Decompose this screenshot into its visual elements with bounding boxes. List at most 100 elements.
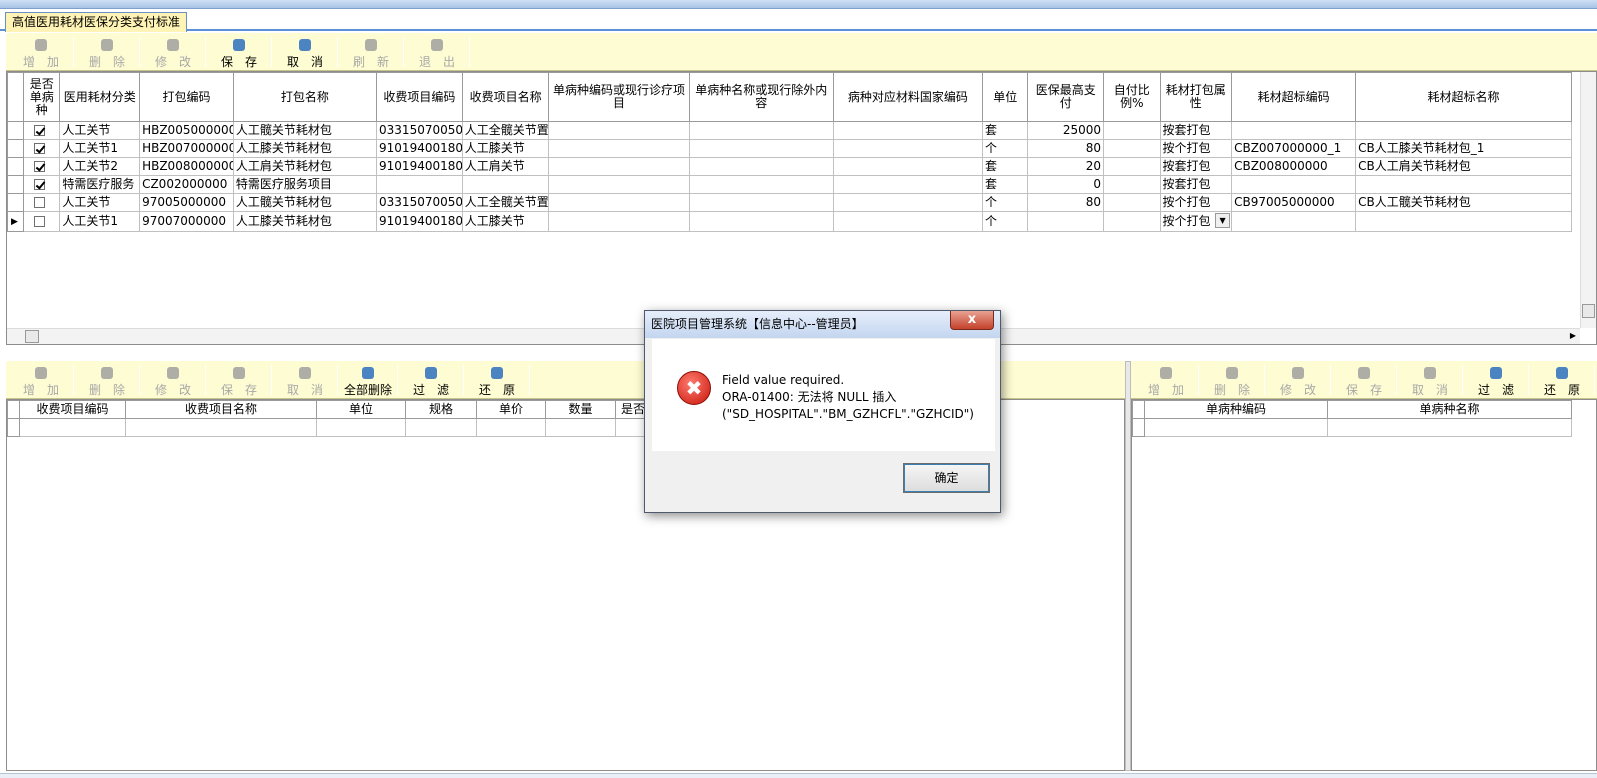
table-cell[interactable] xyxy=(832,121,984,140)
main-grid-col-header[interactable]: 打包编码 xyxy=(139,72,234,122)
left-toolbar-button-3[interactable]: 保 存 xyxy=(208,361,270,398)
table-cell[interactable] xyxy=(688,211,834,232)
table-cell[interactable]: 910194001801 xyxy=(376,157,463,176)
right-toolbar-button-2[interactable]: 修 改 xyxy=(1267,361,1329,398)
table-cell[interactable]: 人工关节 xyxy=(59,121,141,140)
main-grid-col-header[interactable]: 收费项目编码 xyxy=(376,72,463,122)
main-toolbar-button-2[interactable]: 修 改 xyxy=(142,33,204,70)
table-cell[interactable]: CB人工肩关节耗材包 xyxy=(1355,157,1572,176)
table-cell[interactable] xyxy=(548,211,690,232)
table-cell[interactable]: 个 xyxy=(982,193,1029,212)
main-grid-col-header[interactable]: 医用耗材分类 xyxy=(59,72,141,122)
table-cell[interactable]: 人工关节1 xyxy=(59,139,141,158)
right-toolbar-button-6[interactable]: 还 原 xyxy=(1531,361,1593,398)
table-cell[interactable]: 套 xyxy=(982,121,1029,140)
left-toolbar-button-2[interactable]: 修 改 xyxy=(142,361,204,398)
single-disease-checkbox-cell[interactable] xyxy=(23,121,61,140)
main-grid-col-header[interactable]: 打包名称 xyxy=(232,72,378,122)
main-grid-vscroll[interactable] xyxy=(1580,72,1596,328)
table-cell[interactable] xyxy=(1103,139,1161,158)
table-cell[interactable]: 910194001804 xyxy=(376,211,463,232)
empty-cell[interactable] xyxy=(19,418,126,437)
empty-cell[interactable] xyxy=(476,418,546,437)
table-cell[interactable] xyxy=(688,193,834,212)
table-cell[interactable]: 人工膝关节耗材包 xyxy=(232,139,378,158)
left-toolbar-button-7[interactable]: 还 原 xyxy=(466,361,528,398)
main-toolbar-button-6[interactable]: 退 出 xyxy=(406,33,468,70)
table-cell[interactable] xyxy=(1231,175,1357,194)
table-cell[interactable]: 人工肩关节 xyxy=(461,157,550,176)
table-cell[interactable] xyxy=(1027,211,1105,232)
table-cell[interactable]: CBZ008000000 xyxy=(1231,157,1357,176)
single-disease-checkbox-cell[interactable] xyxy=(23,175,61,194)
table-row[interactable]: 特需医疗服务 CZ002000000 特需医疗服务项目 套 0 按套打包 xyxy=(6,175,1572,194)
left-toolbar-button-4[interactable]: 取 消 xyxy=(274,361,336,398)
main-grid-col-header[interactable]: 收费项目名称 xyxy=(461,72,550,122)
main-grid-col-header[interactable]: 是否单病种 xyxy=(23,72,61,122)
table-cell[interactable]: 人工关节 xyxy=(59,193,141,212)
table-cell[interactable] xyxy=(688,157,834,176)
empty-cell[interactable] xyxy=(1327,418,1572,437)
table-cell[interactable] xyxy=(376,175,463,194)
table-cell[interactable] xyxy=(1231,121,1357,140)
main-grid-col-header[interactable]: 病种对应材料国家编码 xyxy=(832,72,984,122)
table-cell[interactable]: HBZ005000000 xyxy=(139,121,234,140)
left-toolbar-button-5[interactable]: 全部删除 xyxy=(340,361,396,398)
table-cell[interactable]: 按套打包 xyxy=(1159,121,1233,140)
table-cell[interactable]: CB人工膝关节耗材包_1 xyxy=(1355,139,1572,158)
table-cell[interactable]: 特需医疗服务项目 xyxy=(232,175,378,194)
main-grid-col-header[interactable]: 单病种编码或现行诊疗项目 xyxy=(548,72,690,122)
table-cell[interactable]: 按套打包 xyxy=(1159,175,1233,194)
table-cell[interactable]: 人工肩关节耗材包 xyxy=(232,157,378,176)
left-toolbar-button-1[interactable]: 删 除 xyxy=(76,361,138,398)
table-cell[interactable]: 25000 xyxy=(1027,121,1105,140)
table-cell[interactable]: CBZ007000000_1 xyxy=(1231,139,1357,158)
pack-attr-select-value[interactable]: 按个打包 xyxy=(1163,214,1211,228)
table-cell[interactable] xyxy=(688,139,834,158)
table-cell[interactable]: 人工髋关节耗材包 xyxy=(232,121,378,140)
right-toolbar-button-1[interactable]: 删 除 xyxy=(1201,361,1263,398)
main-grid-vscroll-thumb[interactable] xyxy=(1582,304,1595,318)
table-cell[interactable]: 80 xyxy=(1027,139,1105,158)
empty-cell[interactable] xyxy=(125,418,317,437)
table-cell[interactable] xyxy=(832,211,984,232)
single-disease-checkbox-cell[interactable] xyxy=(23,211,61,232)
right-grid-col-header[interactable]: 单病种名称 xyxy=(1327,400,1572,419)
right-row-indicator[interactable] xyxy=(1132,418,1145,437)
single-disease-checkbox[interactable] xyxy=(34,143,46,154)
table-cell[interactable]: 套 xyxy=(982,175,1029,194)
main-toolbar-button-1[interactable]: 删 除 xyxy=(76,33,138,70)
main-grid-col-header[interactable]: 单病种名称或现行除外内容 xyxy=(688,72,834,122)
table-cell[interactable] xyxy=(461,175,550,194)
table-cell[interactable]: 033150700500 xyxy=(376,193,463,212)
main-grid-col-header[interactable]: 耗材超标编码 xyxy=(1231,72,1357,122)
table-row[interactable]: 人工关节2 HBZ008000000 人工肩关节耗材包 910194001801 人工肩… xyxy=(6,157,1572,176)
table-cell[interactable] xyxy=(688,121,834,140)
table-cell[interactable]: 人工全髋关节置 xyxy=(461,193,550,212)
table-cell[interactable]: HBZ008000000 xyxy=(139,157,234,176)
table-cell[interactable]: 人工髋关节耗材包 xyxy=(232,193,378,212)
table-cell[interactable]: 按个打包 ▼ xyxy=(1159,211,1233,232)
right-toolbar-button-0[interactable]: 增 加 xyxy=(1135,361,1197,398)
row-indicator[interactable] xyxy=(6,157,25,176)
table-row[interactable]: ▶ 人工关节1 97007000000 人工膝关节耗材包 910194001804 人工膝… xyxy=(6,211,1572,232)
left-grid-col-header[interactable]: 收费项目名称 xyxy=(125,400,317,419)
table-cell[interactable]: 80 xyxy=(1027,193,1105,212)
table-cell[interactable] xyxy=(548,157,690,176)
hscroll-right-arrow-icon[interactable]: ▶ xyxy=(1570,331,1576,341)
table-cell[interactable]: 97005000000 xyxy=(139,193,234,212)
right-toolbar-button-4[interactable]: 取 消 xyxy=(1399,361,1461,398)
table-cell[interactable] xyxy=(832,157,984,176)
left-row-indicator[interactable] xyxy=(7,418,20,437)
table-cell[interactable]: 个 xyxy=(982,211,1029,232)
table-cell[interactable]: 按套打包 xyxy=(1159,157,1233,176)
single-disease-checkbox-cell[interactable] xyxy=(23,157,61,176)
row-indicator[interactable] xyxy=(6,121,25,140)
table-cell[interactable]: 人工全髋关节置 xyxy=(461,121,550,140)
left-toolbar-button-6[interactable]: 过 滤 xyxy=(400,361,462,398)
table-cell[interactable]: 人工关节1 xyxy=(59,211,141,232)
left-grid-col-header[interactable]: 规格 xyxy=(405,400,477,419)
left-grid-col-header[interactable]: 单位 xyxy=(316,400,406,419)
table-cell[interactable]: 特需医疗服务 xyxy=(59,175,141,194)
table-row[interactable]: 人工关节 HBZ005000000 人工髋关节耗材包 033150700500 人工全髋… xyxy=(6,121,1572,140)
